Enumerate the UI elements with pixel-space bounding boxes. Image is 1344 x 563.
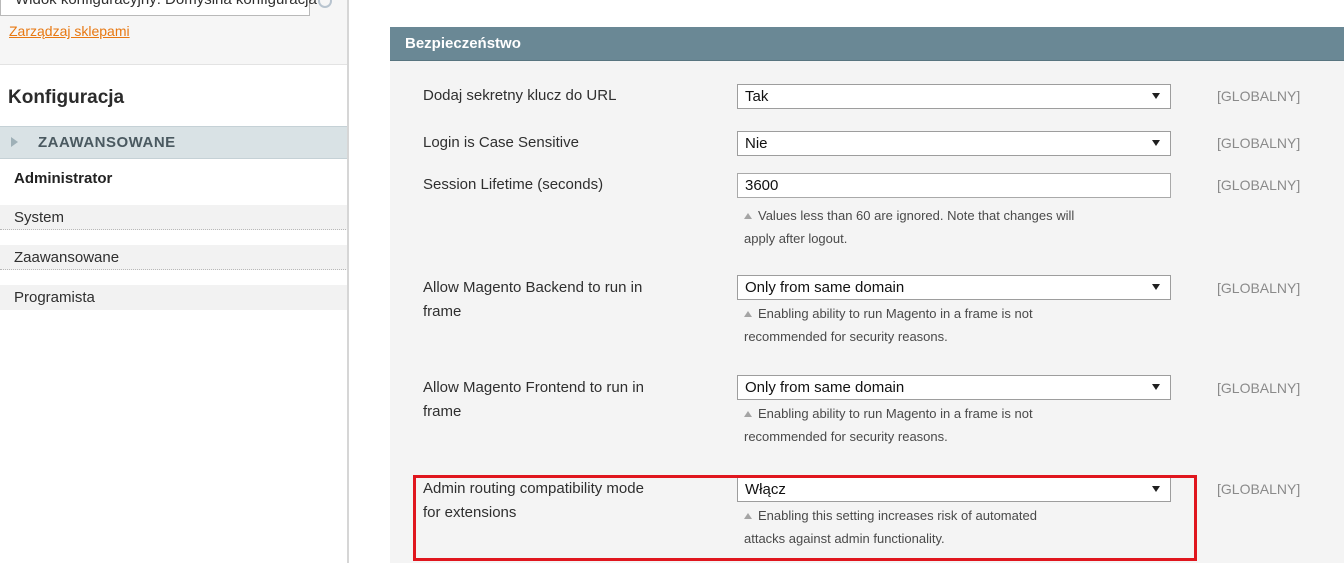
sidebar: Widok konfiguracyjny: Domyślna konfigura… bbox=[0, 0, 349, 563]
note-line: apply after logout. bbox=[744, 231, 848, 246]
field-label-frontend-frame: Allow Magento Frontend to run in frame bbox=[423, 376, 723, 424]
label-line: frame bbox=[423, 303, 462, 320]
scope-label: [GLOBALNY] bbox=[1217, 177, 1301, 193]
login-case-select[interactable]: Nie bbox=[737, 131, 1171, 156]
frontend-frame-note: Enabling ability to run Magento in a fra… bbox=[744, 402, 1176, 448]
sidebar-item-programista[interactable]: Programista bbox=[0, 285, 348, 310]
select-arrow-icon bbox=[1152, 284, 1160, 290]
sidebar-item-system[interactable]: System bbox=[0, 205, 348, 230]
note-line: Enabling ability to run Magento in a fra… bbox=[758, 406, 1033, 421]
session-lifetime-note: Values less than 60 are ignored. Note th… bbox=[744, 204, 1176, 250]
note-line: recommended for security reasons. bbox=[744, 429, 948, 444]
label-line: frame bbox=[423, 403, 462, 420]
scope-label: [GLOBALNY] bbox=[1217, 280, 1301, 296]
frontend-frame-select[interactable]: Only from same domain bbox=[737, 375, 1171, 400]
fieldset-header-security[interactable]: Bezpieczeństwo bbox=[390, 27, 1344, 61]
label-line: Allow Magento Frontend to run in bbox=[423, 379, 644, 396]
scope-label: [GLOBALNY] bbox=[1217, 481, 1301, 497]
scope-label: [GLOBALNY] bbox=[1217, 135, 1301, 151]
backend-frame-select-value: Only from same domain bbox=[745, 279, 905, 296]
highlight-annotation-box bbox=[413, 475, 1197, 561]
frontend-frame-select-value: Only from same domain bbox=[745, 379, 905, 396]
field-label-session-lifetime: Session Lifetime (seconds) bbox=[423, 176, 604, 193]
field-label-secret-key: Dodaj sekretny klucz do URL bbox=[423, 87, 617, 104]
select-arrow-icon bbox=[1152, 93, 1160, 99]
login-case-select-value: Nie bbox=[745, 135, 768, 152]
fieldset-title: Bezpieczeństwo bbox=[405, 35, 521, 52]
scope-label: [GLOBALNY] bbox=[1217, 380, 1301, 396]
note-line: recommended for security reasons. bbox=[744, 329, 948, 344]
backend-frame-select[interactable]: Only from same domain bbox=[737, 275, 1171, 300]
scope-switcher-select[interactable]: Widok konfiguracyjny: Domyślna konfigura… bbox=[0, 0, 317, 16]
sidebar-section-label: ZAAWANSOWANE bbox=[38, 134, 176, 151]
sidebar-item-administrator[interactable]: Administrator bbox=[0, 166, 348, 191]
note-triangle-icon bbox=[744, 411, 752, 417]
sidebar-divider bbox=[347, 0, 349, 563]
sidebar-section-advanced[interactable]: ZAAWANSOWANE bbox=[0, 126, 348, 159]
select-arrow-icon bbox=[1152, 384, 1160, 390]
secret-key-select[interactable]: Tak bbox=[737, 84, 1171, 109]
session-lifetime-input[interactable]: 3600 bbox=[737, 173, 1171, 198]
note-triangle-icon bbox=[744, 213, 752, 219]
note-line: Enabling ability to run Magento in a fra… bbox=[758, 306, 1033, 321]
backend-frame-note: Enabling ability to run Magento in a fra… bbox=[744, 302, 1176, 348]
label-line: Allow Magento Backend to run in bbox=[423, 279, 643, 296]
scope-switcher-text: Widok konfiguracyjny: Domyślna konfigura… bbox=[15, 0, 317, 8]
expand-arrow-icon bbox=[11, 137, 18, 147]
secret-key-select-value: Tak bbox=[745, 88, 769, 105]
scope-label: [GLOBALNY] bbox=[1217, 88, 1301, 104]
field-label-backend-frame: Allow Magento Backend to run in frame bbox=[423, 276, 723, 324]
sidebar-item-zaawansowane[interactable]: Zaawansowane bbox=[0, 245, 348, 270]
note-triangle-icon bbox=[744, 311, 752, 317]
sidebar-title: Konfiguracja bbox=[8, 87, 125, 108]
note-line: Values less than 60 are ignored. Note th… bbox=[758, 208, 1075, 223]
manage-stores-link[interactable]: Zarządzaj sklepami bbox=[9, 23, 130, 39]
field-label-login-case: Login is Case Sensitive bbox=[423, 134, 579, 151]
select-arrow-icon bbox=[1152, 140, 1160, 146]
